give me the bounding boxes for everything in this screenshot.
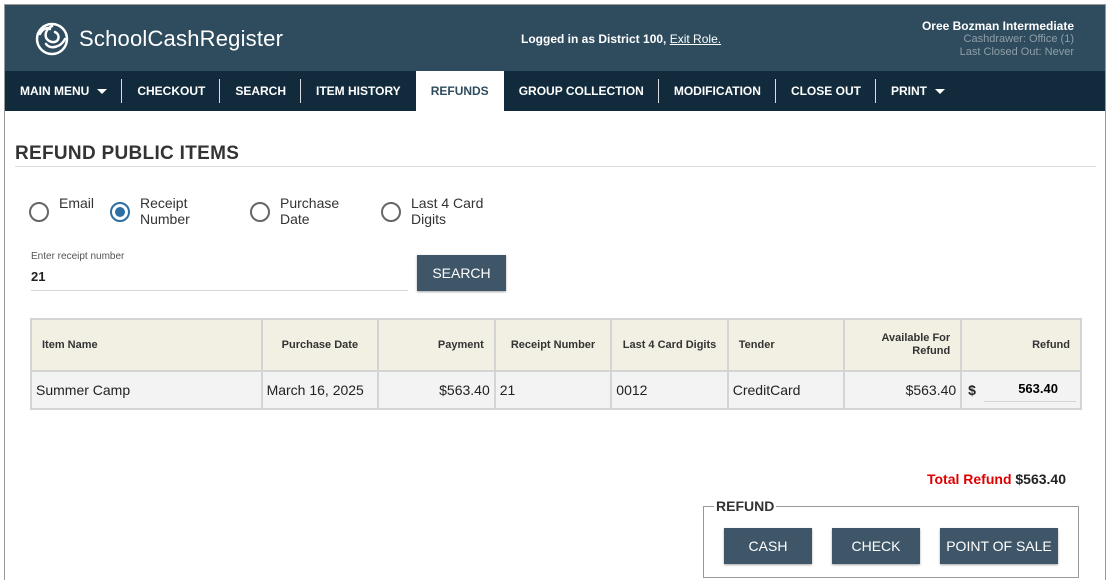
radio-last-4-card-digits-label: Last 4 Card Digits [411, 195, 484, 227]
header-available-for-refund: Available For Refund [843, 318, 963, 372]
page-title: REFUND PUBLIC ITEMS [15, 143, 240, 164]
currency-symbol: $ [968, 382, 976, 398]
cell-tender: CreditCard [726, 370, 846, 410]
radio-receipt-number[interactable] [110, 202, 130, 222]
nav-refunds-label: REFUNDS [430, 84, 489, 98]
chevron-down-icon [934, 88, 945, 94]
login-info: Logged in as District 100, Exit Role. [521, 32, 721, 46]
total-refund: Total Refund $563.40 [927, 471, 1066, 487]
refund-panel-legend: REFUND [714, 498, 777, 514]
app-logo[interactable]: SchoolCashRegister [35, 22, 283, 56]
nav-group-collection-label: GROUP COLLECTION [518, 84, 644, 98]
header-purchase-date: Purchase Date [260, 318, 380, 372]
nav-search-label: SEARCH [235, 84, 286, 98]
nav-close-out-label: CLOSE OUT [790, 84, 861, 98]
table-header-row: Item Name Purchase Date Payment Receipt … [30, 318, 1082, 372]
cell-item-name: Summer Camp [30, 370, 263, 410]
user-block: Oree Bozman Intermediate Cashdrawer: Off… [922, 19, 1074, 59]
radio-last-4-card-digits[interactable] [381, 202, 401, 222]
last-closed-info: Last Closed Out: Never [959, 46, 1074, 58]
radio-option-purchase-date[interactable]: Purchase Date [250, 195, 381, 227]
chevron-down-icon [97, 88, 108, 94]
cashdrawer-info: Cashdrawer: Office (1) [963, 33, 1074, 45]
app-frame: SchoolCashRegister Logged in as District… [4, 4, 1106, 580]
logo-icon [35, 22, 69, 56]
nav-print[interactable]: PRINT [876, 71, 960, 111]
radio-purchase-date[interactable] [250, 202, 270, 222]
cell-last-4-card-digits: 0012 [610, 370, 729, 410]
nav-search[interactable]: SEARCH [220, 71, 301, 111]
total-refund-value: $563.40 [1015, 471, 1066, 487]
radio-option-receipt-number[interactable]: Receipt Number [110, 195, 250, 227]
total-refund-label: Total Refund [926, 471, 1012, 487]
header-refund: Refund [960, 318, 1082, 372]
nav-main-menu[interactable]: MAIN MENU [5, 71, 123, 111]
exit-role-link[interactable]: Exit Role. [670, 32, 721, 46]
cell-available-for-refund: $563.40 [843, 370, 963, 410]
radio-option-email[interactable]: Email [29, 195, 110, 227]
receipt-number-caption: Enter receipt number [31, 251, 125, 262]
cash-button[interactable]: CASH [724, 528, 812, 564]
header-last-4-card-digits: Last 4 Card Digits [610, 318, 729, 372]
nav-checkout-label: CHECKOUT [137, 84, 206, 98]
cell-receipt-number: 21 [493, 370, 613, 410]
nav-close-out[interactable]: CLOSE OUT [776, 71, 876, 111]
header-payment: Payment [377, 318, 496, 372]
user-name: Oree Bozman Intermediate [921, 19, 1074, 33]
refund-amount-input[interactable] [983, 378, 1076, 402]
nav-main-menu-label: MAIN MENU [20, 84, 90, 98]
radio-purchase-date-label: Purchase Date [280, 195, 340, 227]
header-tender: Tender [726, 318, 846, 372]
receipt-number-field: Enter receipt number [31, 251, 408, 291]
cell-payment: $563.40 [377, 370, 496, 410]
radio-option-last-4-card-digits[interactable]: Last 4 Card Digits [381, 195, 511, 227]
radio-email-label: Email [59, 195, 95, 211]
nav-refunds[interactable]: REFUNDS [415, 71, 504, 111]
nav-checkout[interactable]: CHECKOUT [122, 71, 221, 111]
point-of-sale-button[interactable]: POINT OF SALE [940, 528, 1058, 564]
title-divider [15, 166, 1096, 167]
radio-email[interactable] [29, 202, 49, 222]
radio-receipt-number-label: Receipt Number [140, 195, 190, 227]
cell-refund: $ [960, 370, 1082, 410]
table-row: Summer Camp March 16, 2025 $563.40 21 00… [30, 370, 1082, 410]
main-nav: MAIN MENU CHECKOUT SEARCH ITEM HISTORY R… [5, 71, 1105, 111]
receipt-number-input[interactable] [31, 269, 408, 284]
search-type-group: Email Receipt Number Purchase Date Last … [29, 195, 511, 227]
header-receipt-number: Receipt Number [493, 318, 613, 372]
refund-cell-wrap: $ [966, 378, 1076, 402]
nav-item-history[interactable]: ITEM HISTORY [301, 71, 416, 111]
nav-modification[interactable]: MODIFICATION [659, 71, 777, 111]
nav-print-label: PRINT [890, 84, 927, 98]
header-item-name: Item Name [30, 318, 263, 372]
refund-method-panel: REFUND CASH CHECK POINT OF SALE [703, 498, 1079, 578]
cell-purchase-date: March 16, 2025 [260, 370, 380, 410]
logged-in-text: Logged in as District 100, [521, 32, 670, 46]
app-name: SchoolCashRegister [79, 26, 284, 51]
app-header: SchoolCashRegister Logged in as District… [5, 5, 1105, 71]
nav-modification-label: MODIFICATION [673, 84, 761, 98]
nav-group-collection[interactable]: GROUP COLLECTION [504, 71, 659, 111]
refund-items-table: Item Name Purchase Date Payment Receipt … [30, 318, 1082, 410]
search-button[interactable]: SEARCH [417, 255, 506, 291]
nav-item-history-label: ITEM HISTORY [316, 84, 401, 98]
check-button[interactable]: CHECK [832, 528, 920, 564]
